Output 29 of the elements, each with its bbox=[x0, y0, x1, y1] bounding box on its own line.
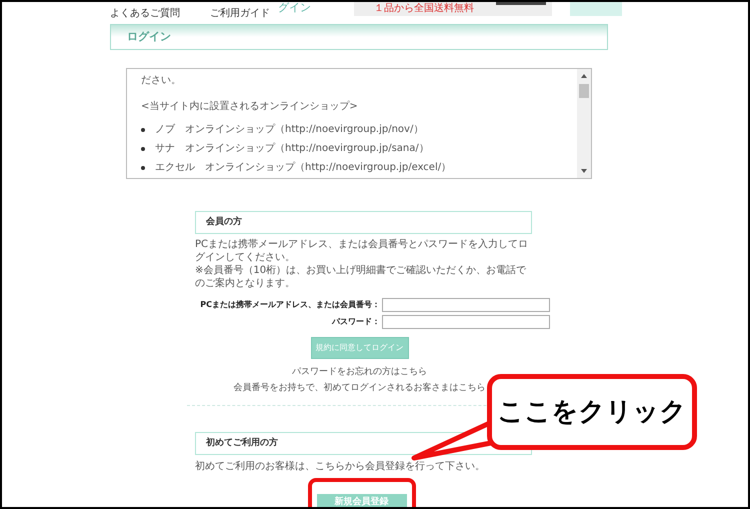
scroll-down-icon[interactable] bbox=[581, 169, 587, 173]
shop-link-text: サナ オンラインショップ（http://noevirgroup.jp/sana/） bbox=[155, 142, 429, 156]
section-header: 会員の方 bbox=[195, 211, 532, 234]
scroll-thumb[interactable] bbox=[579, 84, 589, 98]
registration-text: 初めてご利用のお客様は、こちらから会員登録を行って下さい。 bbox=[195, 460, 486, 473]
bullet-icon bbox=[141, 166, 145, 170]
forgot-password-link[interactable]: パスワードをお忘れの方はこちら bbox=[292, 365, 427, 379]
list-heading: <当サイト内に設置されるオンラインショップ> bbox=[141, 100, 359, 114]
field-label: PCまたは携帯メールアドレス、または会員番号： bbox=[199, 299, 380, 311]
shop-link-text: エクセル オンラインショップ（http://noevirgroup.jp/excel/） bbox=[155, 160, 452, 174]
section-header: ログイン bbox=[110, 24, 608, 50]
nav-link[interactable]: よくあるご質問 bbox=[110, 6, 210, 21]
text-input[interactable] bbox=[382, 315, 550, 329]
bullet-icon bbox=[141, 128, 145, 132]
callout-bubble: ここをクリック bbox=[487, 374, 697, 450]
instruction-text: PCまたは携帯メールアドレス、または会員番号とパスワードを入力してログインしてください。 bbox=[195, 238, 530, 264]
scroll-up-icon[interactable] bbox=[581, 74, 587, 78]
terms-scroll-box[interactable]: ださい。 <当サイト内に設置されるオンラインショップ> ノブ オンラインショップ（http://noevirgroup.jp/nov/） サナ オンラインショップ（http://noevirgroup.jp/sana/） エクセル オンラインショップ（http://noevirgroup.jp/excel/） bbox=[126, 68, 592, 179]
scrollbar[interactable] bbox=[577, 69, 591, 178]
first-login-link[interactable]: 会員番号をお持ちで、初めてログインされるお客さまはこちら bbox=[234, 381, 486, 395]
shop-link-text: ノブ オンラインショップ（http://noevirgroup.jp/nov/） bbox=[155, 122, 424, 136]
promo-banner: １品から全国送料無料 bbox=[354, 2, 552, 16]
bullet-icon bbox=[141, 146, 145, 150]
terms-text: ださい。 bbox=[141, 74, 182, 88]
field-label: パスワード： bbox=[330, 316, 380, 328]
instruction-text: ※会員番号（10桁）は、お買い上げ明細書でご確認いただくか、お電話でのご案内となります。 bbox=[195, 264, 528, 290]
text-input[interactable] bbox=[382, 298, 550, 312]
nav-link[interactable]: ご利用ガイド bbox=[210, 6, 278, 21]
page-title-fragment: グイン bbox=[278, 2, 312, 13]
